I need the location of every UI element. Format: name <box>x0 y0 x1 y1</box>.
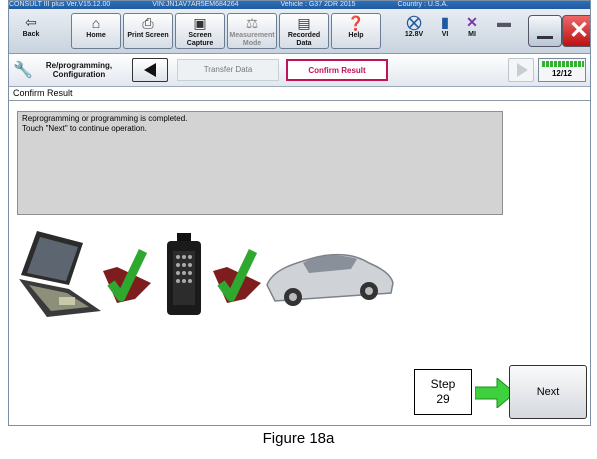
car-battery-icon: ⛒ <box>406 14 422 30</box>
app-version: CONSULT III plus Ver.V15.12.00 <box>9 1 111 8</box>
step-confirm-result: Confirm Result <box>286 59 388 81</box>
consult-window: CONSULT III plus Ver.V15.12.00 VIN:JN1AV… <box>8 0 591 426</box>
back-label: Back <box>22 31 40 38</box>
title-bar: CONSULT III plus Ver.V15.12.00 VIN:JN1AV… <box>9 1 590 9</box>
message-line-2: Touch "Next" to continue operation. <box>22 124 147 133</box>
page-title: Confirm Result <box>9 87 590 101</box>
vi-device-icon <box>167 233 201 315</box>
step-label: Step <box>430 377 456 391</box>
step-transfer-data: Transfer Data <box>177 59 279 81</box>
wrench-icon: 🔧 <box>13 62 33 79</box>
vi-status: ▮ VI <box>433 13 457 38</box>
mi-label: MI <box>468 31 476 38</box>
figure-caption: Figure 18a <box>262 430 335 447</box>
voltage-label: 12.8V <box>404 31 424 38</box>
print-label: Print Screen <box>127 32 169 39</box>
screen-capture-button[interactable]: ▣ Screen Capture <box>175 13 225 49</box>
measurement-mode-button[interactable]: ⚖ Measurement Mode <box>227 13 277 49</box>
camera-icon: ▣ <box>193 15 207 31</box>
progress-count: 12/12 <box>551 69 573 78</box>
navigation-bar: 🔧 Re/programming, Configuration Transfer… <box>9 54 590 87</box>
step-callout: Step 29 <box>414 369 472 415</box>
laptop-icon <box>19 231 101 317</box>
previous-step-button[interactable] <box>132 58 168 82</box>
help-icon: ❓ <box>347 15 365 31</box>
back-button[interactable]: ⇦ Back <box>13 13 49 49</box>
toolbar: ⇦ Back ⌂ Home ⎙ Print Screen ▣ Screen Ca… <box>9 9 590 54</box>
close-icon: ✕ <box>568 17 590 44</box>
message-line-1: Reprogramming or programming is complete… <box>22 114 188 123</box>
vin-label: VIN:JN1AV7AR5EM684264 <box>152 1 239 8</box>
measurement-label: Measurement Mode <box>229 32 275 47</box>
nav-mode-label: Re/programming, Configuration <box>45 61 113 79</box>
next-step-arrow-button[interactable] <box>508 58 534 82</box>
capture-label: Screen Capture <box>186 32 214 47</box>
recorded-data-button[interactable]: ▤ Recorded Data <box>279 13 329 49</box>
reprogramming-config-label: 🔧 Re/programming, Configuration <box>13 58 125 82</box>
close-button[interactable]: ✕ <box>562 15 590 47</box>
step-progress: 12/12 <box>538 58 586 82</box>
minimize-button[interactable] <box>528 15 562 47</box>
device-status: ▬ <box>487 13 521 31</box>
message-panel: Reprogramming or programming is complete… <box>17 111 503 215</box>
help-label: Help <box>348 32 364 39</box>
car-icon <box>266 253 394 306</box>
print-screen-button[interactable]: ⎙ Print Screen <box>123 13 173 49</box>
next-button[interactable]: Next <box>509 365 587 419</box>
vehicle-label: Vehicle : G37 2DR 2015 <box>280 1 356 8</box>
measurement-icon: ⚖ <box>245 15 259 31</box>
back-arrow-icon: ⇦ <box>25 14 37 30</box>
device-icon: ▬ <box>497 14 511 30</box>
check-mark-icon <box>213 249 261 303</box>
recorded-data-icon: ▤ <box>297 15 311 31</box>
step-number: 29 <box>436 392 450 406</box>
recorded-label: Recorded Data <box>287 32 321 47</box>
check-mark-icon <box>103 249 151 303</box>
home-button[interactable]: ⌂ Home <box>71 13 121 49</box>
programming-illustration <box>19 231 394 317</box>
help-button[interactable]: ❓ Help <box>331 13 381 49</box>
printer-icon: ⎙ <box>142 15 154 31</box>
mi-disconnected-icon: ✕ <box>466 14 478 30</box>
vi-label: VI <box>441 31 449 38</box>
home-icon: ⌂ <box>91 15 101 31</box>
vi-connection-icon: ▮ <box>441 14 449 30</box>
mi-status: ✕ MI <box>461 13 483 38</box>
country-label: Country : U.S.A. <box>397 1 449 8</box>
progress-bar <box>542 61 584 67</box>
home-label: Home <box>86 32 106 39</box>
battery-status: ⛒ 12.8V <box>399 13 429 38</box>
